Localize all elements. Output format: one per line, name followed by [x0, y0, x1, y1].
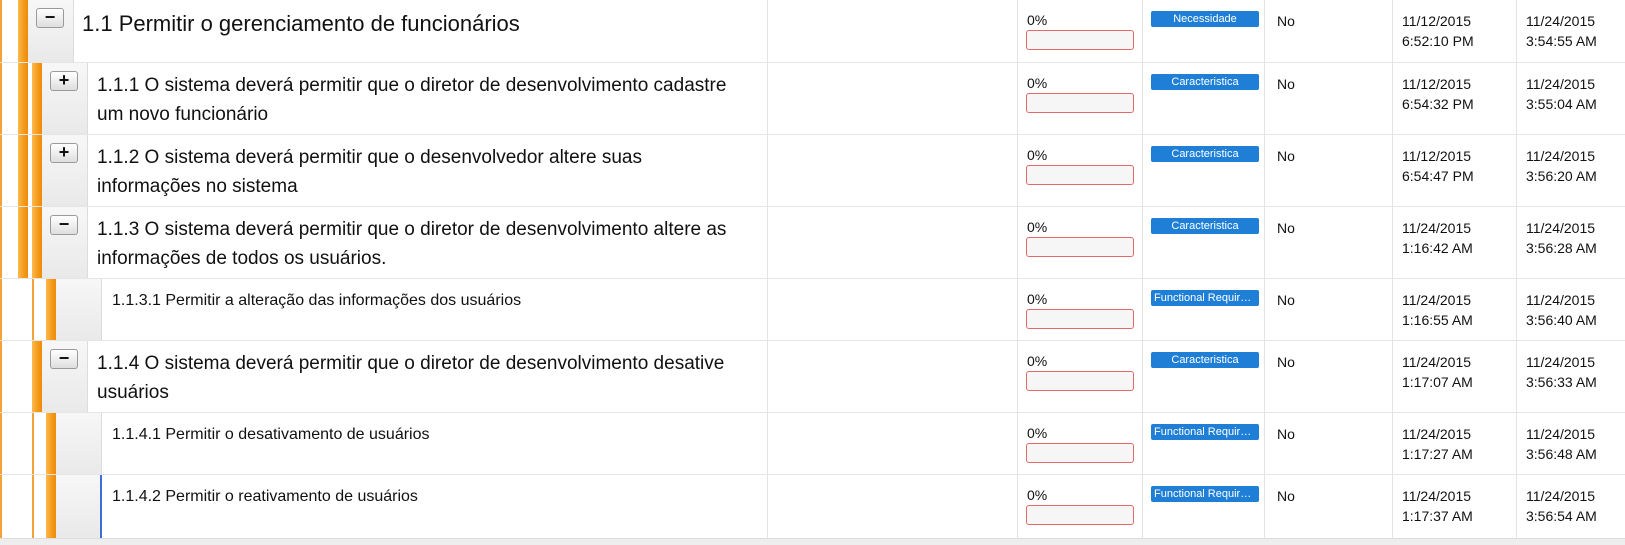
type-badge: Caracteristica: [1151, 74, 1259, 90]
type-badge: Necessidade: [1151, 11, 1259, 27]
row-title: 1.1.2 O sistema deverá permitir que o de…: [97, 147, 642, 197]
collapse-button[interactable]: −: [50, 215, 78, 235]
table-row[interactable]: + 1.1.2 O sistema deverá permitir que o …: [0, 135, 1625, 207]
created-date: 11/24/2015 1:17:37 AM: [1402, 488, 1473, 524]
progress-label: 0%: [1027, 291, 1048, 307]
flag-value: No: [1277, 148, 1295, 164]
type-badge: Caracteristica: [1151, 352, 1259, 368]
tree-level-bar: [18, 63, 28, 134]
modified-date: 11/24/2015 3:56:40 AM: [1526, 292, 1597, 328]
progress-bar: [1026, 371, 1134, 391]
progress-label: 0%: [1027, 219, 1048, 235]
progress-bar: [1026, 309, 1134, 329]
table-row[interactable]: 1.1.4.2 Permitir o reativamento de usuár…: [0, 475, 1625, 538]
modified-date: 11/24/2015 3:56:48 AM: [1526, 426, 1597, 462]
table-row[interactable]: 1.1.3.1 Permitir a alteração das informa…: [0, 279, 1625, 341]
progress-bar: [1026, 30, 1134, 50]
row-title: 1.1.1 O sistema deverá permitir que o di…: [97, 75, 727, 125]
row-title: 1.1.4.1 Permitir o desativamento de usuá…: [112, 426, 430, 443]
modified-date: 11/24/2015 3:56:28 AM: [1526, 220, 1597, 256]
progress-label: 0%: [1027, 75, 1048, 91]
progress-label: 0%: [1027, 147, 1048, 163]
flag-value: No: [1277, 76, 1295, 92]
progress-label: 0%: [1027, 425, 1048, 441]
tree-level-bar: [46, 475, 56, 538]
expand-button[interactable]: +: [50, 71, 78, 91]
tree-level-bar: [46, 279, 56, 340]
collapse-button[interactable]: −: [50, 349, 78, 369]
flag-value: No: [1277, 488, 1295, 504]
tree-level-bar: [0, 0, 2, 62]
type-badge: Functional Requirement: [1151, 290, 1259, 306]
modified-date: 11/24/2015 3:56:54 AM: [1526, 488, 1597, 524]
created-date: 11/24/2015 1:16:55 AM: [1402, 292, 1473, 328]
type-badge: Functional Requirement: [1151, 486, 1259, 502]
progress-bar: [1026, 165, 1134, 185]
tree-level-bar: [32, 135, 42, 206]
row-title: 1.1 Permitir o gerenciamento de funcioná…: [82, 11, 520, 36]
created-date: 11/24/2015 1:16:42 AM: [1402, 220, 1473, 256]
flag-value: No: [1277, 354, 1295, 370]
created-date: 11/24/2015 1:17:07 AM: [1402, 354, 1473, 390]
modified-date: 11/24/2015 3:56:33 AM: [1526, 354, 1597, 390]
modified-date: 11/24/2015 3:54:55 AM: [1526, 13, 1597, 49]
flag-value: No: [1277, 220, 1295, 236]
tree-level-bar: [18, 0, 28, 62]
collapse-button[interactable]: −: [36, 8, 64, 28]
flag-value: No: [1277, 292, 1295, 308]
progress-bar: [1026, 237, 1134, 257]
progress-label: 0%: [1027, 12, 1048, 28]
tree-level-bar: [46, 413, 56, 474]
progress-label: 0%: [1027, 487, 1048, 503]
type-badge: Caracteristica: [1151, 146, 1259, 162]
type-badge: Functional Requirement: [1151, 424, 1259, 440]
horizontal-scrollbar[interactable]: [0, 538, 1625, 545]
table-row[interactable]: − 1.1.4 O sistema deverá permitir que o …: [0, 341, 1625, 413]
created-date: 11/12/2015 6:54:32 PM: [1402, 76, 1474, 112]
progress-label: 0%: [1027, 353, 1048, 369]
modified-date: 11/24/2015 3:55:04 AM: [1526, 76, 1597, 112]
progress-bar: [1026, 505, 1134, 525]
table-row[interactable]: − 1.1 Permitir o gerenciamento de funcio…: [0, 0, 1625, 63]
tree-level-bar: [32, 341, 42, 412]
row-title: 1.1.4 O sistema deverá permitir que o di…: [97, 353, 725, 403]
row-title: 1.1.4.2 Permitir o reativamento de usuár…: [112, 488, 418, 505]
expand-button[interactable]: +: [50, 143, 78, 163]
table-row[interactable]: + 1.1.1 O sistema deverá permitir que o …: [0, 63, 1625, 135]
created-date: 11/12/2015 6:54:47 PM: [1402, 148, 1474, 184]
table-row[interactable]: − 1.1.3 O sistema deverá permitir que o …: [0, 207, 1625, 279]
type-badge: Caracteristica: [1151, 218, 1259, 234]
progress-bar: [1026, 93, 1134, 113]
tree-level-bar: [18, 207, 28, 278]
progress-bar: [1026, 443, 1134, 463]
row-title: 1.1.3.1 Permitir a alteração das informa…: [112, 292, 522, 309]
flag-value: No: [1277, 13, 1295, 29]
requirements-tree-grid: − 1.1 Permitir o gerenciamento de funcio…: [0, 0, 1625, 538]
tree-level-bar: [18, 135, 28, 206]
flag-value: No: [1277, 426, 1295, 442]
created-date: 11/12/2015 6:52:10 PM: [1402, 13, 1474, 49]
table-row[interactable]: 1.1.4.1 Permitir o desativamento de usuá…: [0, 413, 1625, 475]
tree-level-bar: [32, 63, 42, 134]
row-title: 1.1.3 O sistema deverá permitir que o di…: [97, 219, 727, 269]
modified-date: 11/24/2015 3:56:20 AM: [1526, 148, 1597, 184]
created-date: 11/24/2015 1:17:27 AM: [1402, 426, 1473, 462]
tree-level-bar: [32, 207, 42, 278]
